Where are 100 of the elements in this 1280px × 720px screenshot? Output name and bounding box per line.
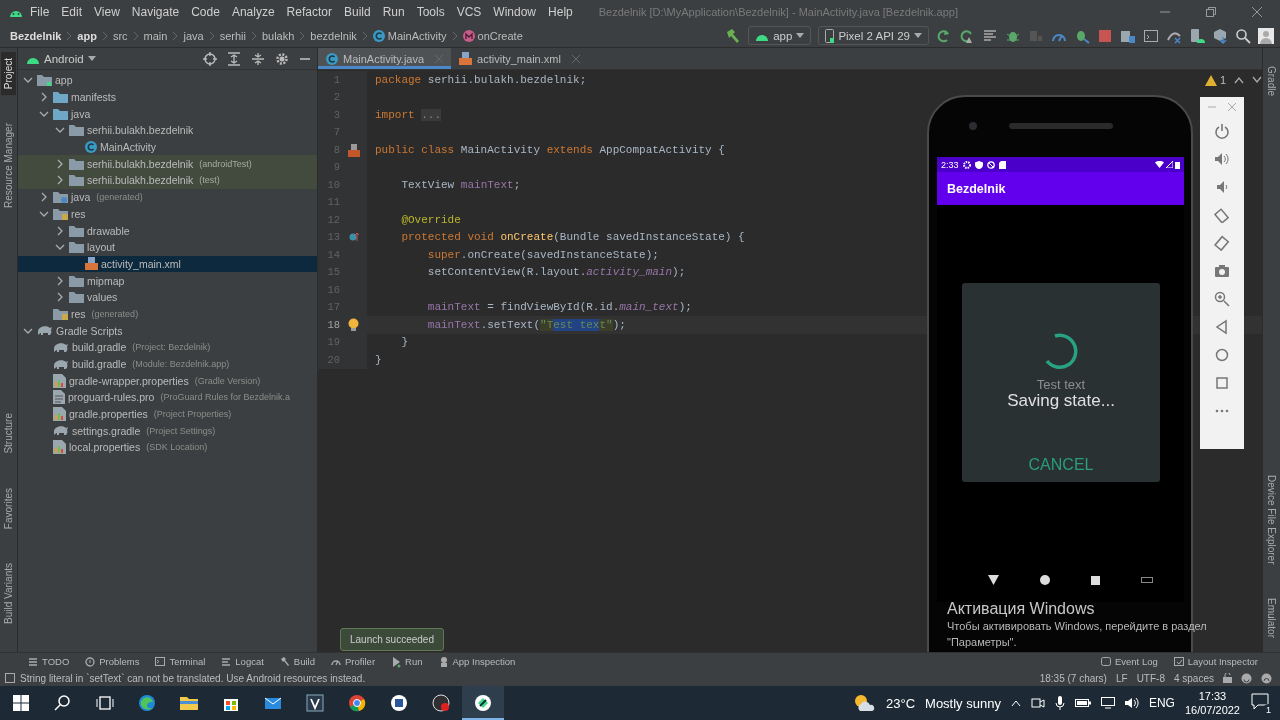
avatar-icon[interactable] — [1258, 27, 1274, 44]
caret-position[interactable]: 18:35 (7 chars) — [1039, 672, 1107, 684]
sdk-manager-icon[interactable] — [1212, 27, 1228, 44]
hammer-icon[interactable] — [725, 27, 742, 44]
volume-down-icon[interactable] — [1214, 179, 1230, 195]
breadcrumb[interactable]: Bezdelnik — [8, 29, 64, 42]
tool-window-tab[interactable]: Project — [1, 52, 16, 96]
tool-window-tab[interactable]: Emulator — [1264, 592, 1279, 644]
menu-item[interactable]: Tools — [410, 2, 451, 22]
panel-toggle-icon[interactable] — [5, 673, 15, 683]
tool-window-tab[interactable]: Structure — [1, 407, 16, 460]
breadcrumb[interactable]: bulakh — [259, 29, 297, 42]
smiley-icon[interactable] — [1241, 672, 1252, 684]
rotate-right-icon[interactable] — [1214, 235, 1230, 251]
chrome-icon[interactable] — [347, 693, 367, 713]
menu-item[interactable]: Edit — [55, 2, 89, 22]
tree-item[interactable]: build.gradle (Module: Bezdelnik.app) — [18, 355, 317, 373]
tree-item[interactable]: proguard-rules.pro (ProGuard Rules for Bezdelnik.a — [18, 389, 317, 406]
tool-window-tab[interactable]: Device File Explorer — [1264, 468, 1279, 570]
tree-item[interactable]: layout — [18, 238, 317, 256]
battery-icon[interactable] — [1074, 698, 1091, 708]
volume-up-icon[interactable] — [1214, 151, 1230, 167]
tool-window-tab[interactable]: Favorites — [1, 481, 16, 536]
editor-tab[interactable]: activity_main.xml — [451, 48, 588, 69]
apply-changes-icon[interactable] — [959, 27, 975, 44]
tree-item[interactable]: activity_main.xml — [18, 255, 317, 273]
tree-item[interactable]: drawable — [18, 222, 317, 239]
lightbulb-icon[interactable] — [348, 317, 359, 332]
search-icon[interactable] — [1235, 27, 1251, 44]
volume-icon[interactable] — [1124, 697, 1139, 709]
menu-item[interactable]: Refactor — [280, 2, 338, 22]
zoom-icon[interactable] — [1214, 291, 1230, 307]
expand-all-icon[interactable] — [227, 51, 241, 66]
notification-icon[interactable] — [1250, 691, 1270, 711]
tool-window-button[interactable]: Layout Inspector — [1173, 655, 1258, 668]
meet-icon[interactable] — [1030, 696, 1045, 710]
windows-icon[interactable] — [11, 693, 31, 713]
menu-item[interactable]: Run — [376, 2, 411, 22]
breadcrumb[interactable]: bezdelnik — [308, 29, 359, 42]
view-dropdown[interactable]: Android — [26, 52, 96, 65]
tree-item[interactable]: Gradle Scripts — [18, 322, 317, 339]
collapse-all-icon[interactable] — [251, 51, 265, 66]
input-language[interactable]: ENG — [1148, 696, 1175, 710]
tool-window-button[interactable]: Build — [279, 655, 315, 668]
menu-item[interactable]: Build — [337, 2, 377, 22]
tree-item[interactable]: MainActivity — [18, 138, 317, 156]
home-icon[interactable] — [1039, 575, 1050, 585]
tree-item[interactable]: settings.gradle (Project Settings) — [18, 422, 317, 440]
breadcrumb[interactable]: src — [110, 29, 130, 42]
tool-window-button[interactable]: Terminal — [155, 655, 206, 668]
menu-item[interactable]: Analyze — [225, 2, 281, 22]
microphone-icon[interactable] — [1054, 696, 1065, 710]
menu-item[interactable]: Code — [185, 2, 226, 22]
clock-time[interactable]: 17:33 — [1198, 689, 1227, 703]
tool-window-button[interactable]: Logcat — [221, 655, 264, 668]
weather-condition[interactable]: Mostly sunny — [925, 695, 1001, 711]
breadcrumb[interactable]: serhii — [217, 29, 248, 42]
breadcrumb[interactable]: main — [141, 29, 170, 42]
task-view-icon[interactable] — [95, 693, 115, 713]
breadcrumb[interactable]: onCreate — [460, 29, 525, 42]
line-separator[interactable]: LF — [1115, 672, 1128, 684]
tree-item[interactable]: local.properties (SDK Location) — [18, 439, 317, 456]
rerun-icon[interactable] — [936, 27, 952, 44]
tool-window-tab[interactable]: Gradle — [1264, 60, 1279, 102]
avd-manager-icon[interactable] — [1189, 27, 1205, 44]
tool-window-button[interactable]: TODO — [28, 655, 70, 668]
tool-window-button[interactable]: Problems — [85, 655, 140, 668]
cancel-button[interactable]: CANCEL — [1022, 454, 1100, 476]
recorder-icon[interactable] — [431, 693, 451, 713]
browser-icon[interactable] — [137, 693, 157, 713]
indent-setting[interactable]: 4 spaces — [1173, 672, 1214, 684]
menu-item[interactable]: View — [88, 2, 126, 22]
keyboard-icon[interactable] — [1141, 577, 1154, 583]
menu-item[interactable]: VCS — [450, 2, 488, 22]
breadcrumb[interactable]: java — [181, 29, 206, 42]
chevron-up-icon[interactable] — [1234, 76, 1245, 84]
crosshair-icon[interactable] — [203, 51, 217, 66]
tree-item[interactable]: serhii.bulakh.bezdelnik (test) — [18, 172, 317, 189]
window-icon[interactable] — [1143, 27, 1159, 44]
tree-item[interactable]: values — [18, 288, 317, 306]
menu-item[interactable]: Window — [487, 2, 543, 22]
menu-item[interactable]: File — [24, 2, 56, 22]
menu-item[interactable]: Help — [542, 2, 579, 22]
tool-window-tab[interactable]: Resource Manager — [1, 117, 16, 215]
tree-item[interactable]: build.gradle (Project: Bezdelnik) — [18, 339, 317, 356]
tree-item[interactable]: java — [18, 105, 317, 123]
rotate-left-icon[interactable] — [1214, 207, 1230, 223]
camera-icon[interactable] — [1214, 263, 1230, 279]
tool-window-button[interactable]: Run — [391, 655, 423, 668]
tree-item[interactable]: serhii.bulakh.bezdelnik (androidTest) — [18, 155, 317, 173]
search-icon[interactable] — [53, 693, 73, 713]
tree-item[interactable]: gradle-wrapper.properties (Gradle Version) — [18, 372, 317, 390]
settings-icon[interactable] — [275, 51, 289, 66]
override-icon[interactable] — [347, 231, 360, 244]
tool-window-button[interactable]: Event Log — [1100, 655, 1158, 668]
tree-item[interactable]: manifests — [18, 88, 317, 106]
breadcrumb[interactable]: app — [75, 29, 99, 42]
tool-window-button[interactable]: App Inspection — [438, 655, 516, 668]
stop-icon[interactable] — [1097, 27, 1113, 44]
device-dropdown[interactable]: Pixel 2 API 29 — [818, 26, 929, 45]
